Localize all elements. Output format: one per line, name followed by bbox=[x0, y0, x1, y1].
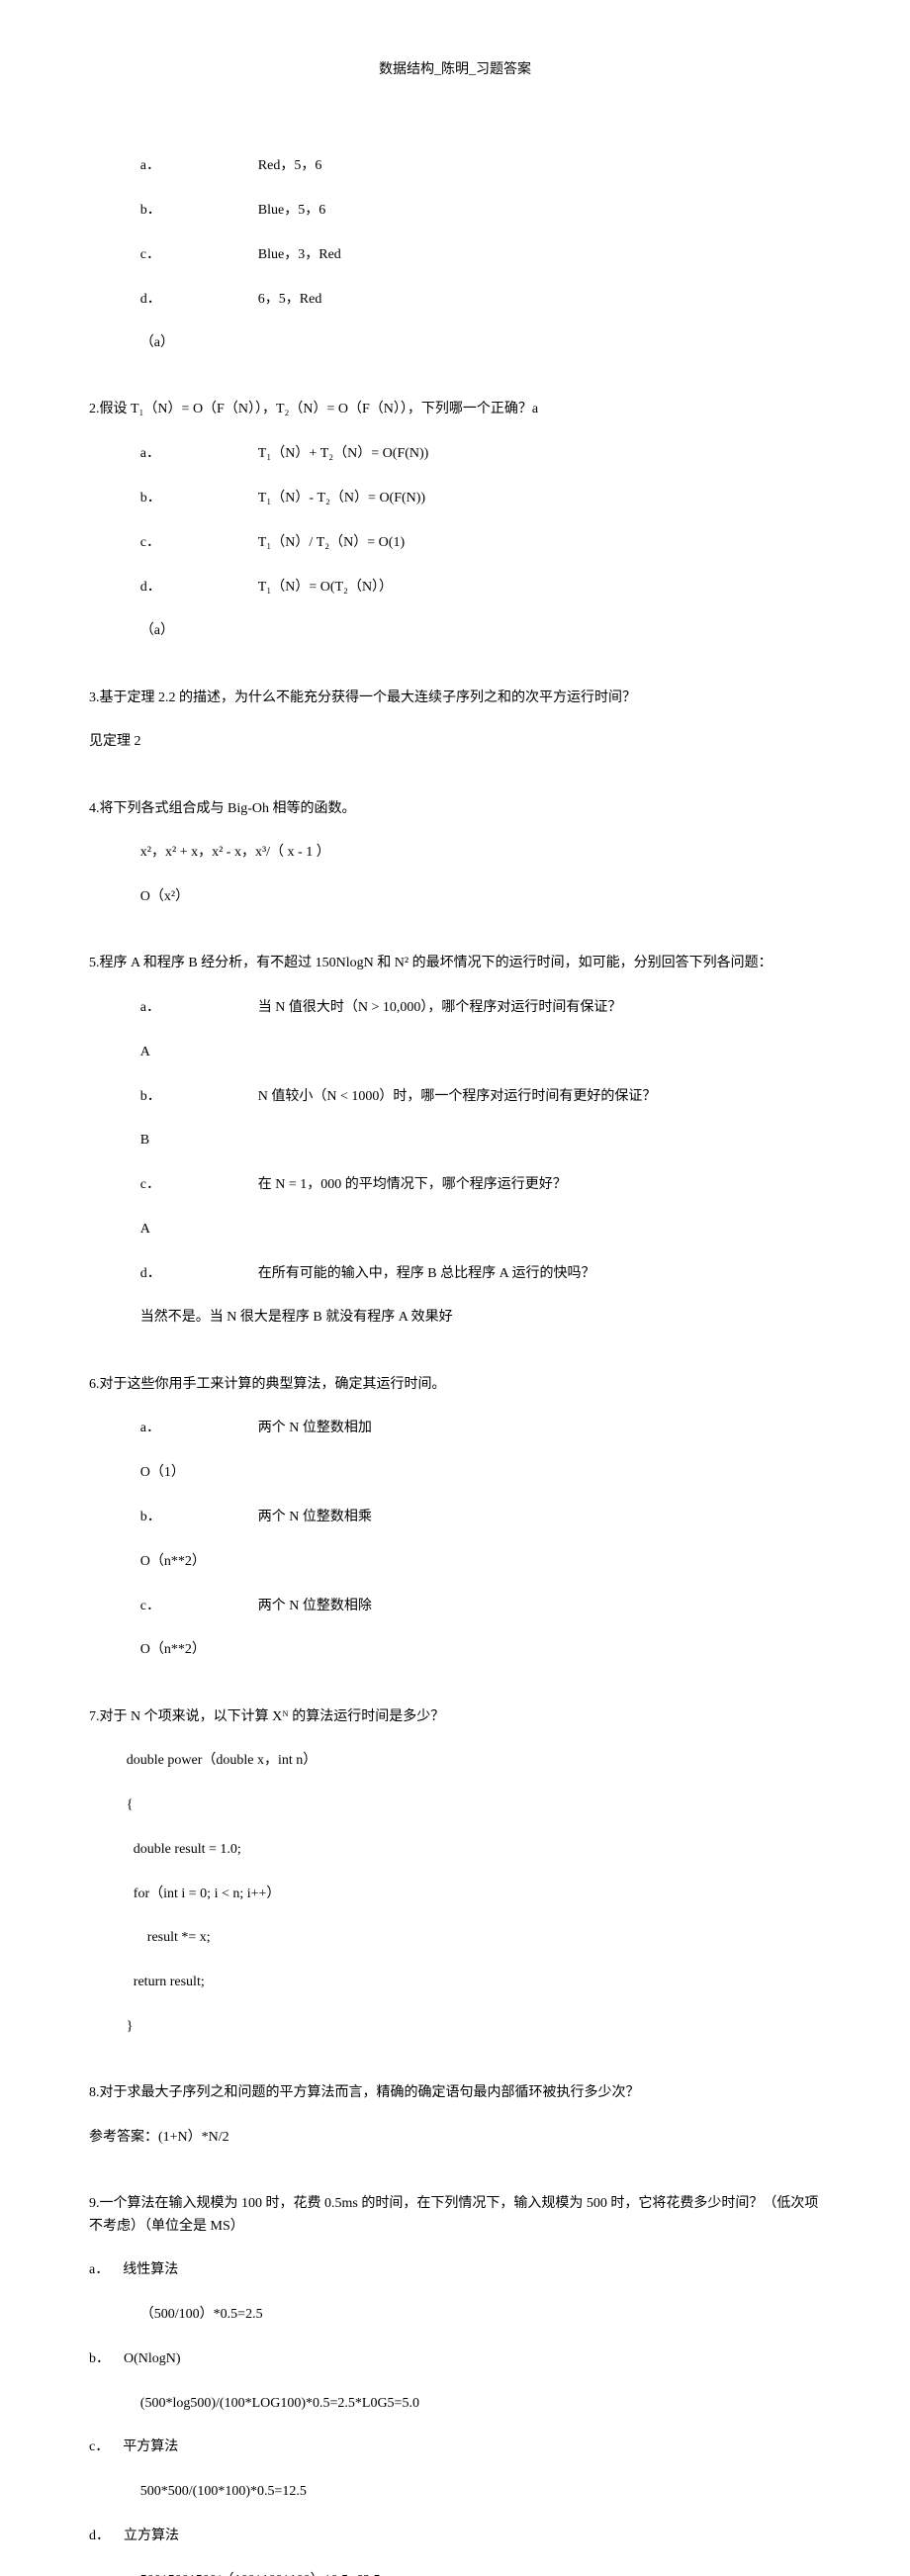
option-label: b． bbox=[140, 488, 258, 509]
q2-option-c: c．T₁（N）/ T₂（N）= O(1) bbox=[89, 532, 821, 554]
option-text: Blue，5，6 bbox=[258, 203, 325, 218]
option-label: c． bbox=[140, 1174, 258, 1196]
q2-option-d: d．T₁（N）= O(T₂（N）） bbox=[89, 577, 821, 598]
q7-code-line: { bbox=[89, 1794, 821, 1816]
option-text: 在所有可能的输入中，程序 B 总比程序 A 运行的快吗？ bbox=[258, 1266, 595, 1281]
q1-answer: （a） bbox=[89, 332, 821, 354]
q9-option-c: c． 平方算法 bbox=[89, 2437, 821, 2458]
q5-option-d: d．在所有可能的输入中，程序 B 总比程序 A 运行的快吗？ bbox=[89, 1263, 821, 1285]
q3-stem: 3.基于定理 2.2 的描述，为什么不能充分获得一个最大连续子序列之和的次平方运… bbox=[89, 688, 821, 709]
option-label: c． bbox=[89, 2439, 123, 2454]
option-text: 线性算法 bbox=[123, 2262, 178, 2277]
q4-expr: x²，x² + x，x² - x，x³/（ x - 1 ） bbox=[89, 842, 821, 864]
option-label: b． bbox=[140, 1507, 258, 1528]
q6-option-a: a．两个 N 位整数相加 bbox=[89, 1418, 821, 1439]
option-text: Blue，3，Red bbox=[258, 247, 341, 262]
q1-option-a: a．Red，5，6 bbox=[89, 155, 821, 177]
option-label: a． bbox=[89, 2262, 123, 2277]
option-label: a． bbox=[140, 997, 258, 1019]
option-label: c． bbox=[140, 532, 258, 554]
option-text: 立方算法 bbox=[124, 2529, 179, 2543]
option-text: T₁（N）= O(T₂（N）） bbox=[258, 580, 393, 595]
option-text: N 值较小（N < 1000）时，哪一个程序对运行时间有更好的保证？ bbox=[258, 1089, 657, 1104]
q5-c-answer: A bbox=[89, 1219, 821, 1241]
option-text: T₁（N）- T₂（N）= O(F(N)) bbox=[258, 491, 425, 506]
q2-option-a: a．T₁（N）+ T₂（N）= O(F(N)) bbox=[89, 443, 821, 465]
q6-c-answer: O（n**2） bbox=[89, 1639, 821, 1661]
q9-c-answer: 500*500/(100*100)*0.5=12.5 bbox=[89, 2481, 821, 2503]
q9-option-d: d． 立方算法 bbox=[89, 2526, 821, 2547]
q9-d-answer: 500*500*500/（100*100*100）*0.5=62.5 bbox=[89, 2570, 821, 2576]
q9-stem: 9.一个算法在输入规模为 100 时，花费 0.5ms 的时间，在下列情况下，输… bbox=[89, 2193, 821, 2238]
q4-answer: O（x²） bbox=[89, 886, 821, 908]
q5-a-answer: A bbox=[89, 1042, 821, 1063]
q6-option-b: b．两个 N 位整数相乘 bbox=[89, 1507, 821, 1528]
q5-option-a: a．当 N 值很大时（N > 10,000），哪个程序对运行时间有保证？ bbox=[89, 997, 821, 1019]
q4-stem: 4.将下列各式组合成与 Big-Oh 相等的函数。 bbox=[89, 798, 821, 820]
page-header: 数据结构_陈明_习题答案 bbox=[89, 59, 821, 81]
q7-code-line: } bbox=[89, 2016, 821, 2038]
q9-b-answer: (500*log500)/(100*LOG100)*0.5=2.5*L0G5=5… bbox=[89, 2393, 821, 2415]
option-label: d． bbox=[140, 577, 258, 598]
option-label: a． bbox=[140, 1418, 258, 1439]
q6-a-answer: O（1） bbox=[89, 1462, 821, 1484]
q8-stem: 8.对于求最大子序列之和问题的平方算法而言，精确的确定语句最内部循环被执行多少次… bbox=[89, 2082, 821, 2104]
q9-option-a: a． 线性算法 bbox=[89, 2259, 821, 2281]
q9-option-b: b． O(NlogN) bbox=[89, 2348, 821, 2370]
option-label: c． bbox=[140, 1596, 258, 1617]
option-label: a． bbox=[140, 155, 258, 177]
q1-option-b: b．Blue，5，6 bbox=[89, 200, 821, 222]
option-label: b． bbox=[89, 2351, 124, 2366]
q6-b-answer: O（n**2） bbox=[89, 1551, 821, 1573]
option-text: 两个 N 位整数相除 bbox=[258, 1599, 372, 1613]
q5-option-b: b．N 值较小（N < 1000）时，哪一个程序对运行时间有更好的保证？ bbox=[89, 1086, 821, 1108]
q8-answer: 参考答案：(1+N）*N/2 bbox=[89, 2127, 821, 2149]
option-text: 在 N = 1，000 的平均情况下，哪个程序运行更好？ bbox=[258, 1177, 567, 1192]
q5-b-answer: B bbox=[89, 1130, 821, 1151]
q5-stem: 5.程序 A 和程序 B 经分析，有不超过 150NlogN 和 N² 的最坏情… bbox=[89, 953, 821, 974]
option-label: b． bbox=[140, 1086, 258, 1108]
document-title: 数据结构_陈明_习题答案 bbox=[379, 62, 531, 77]
q2-stem: 2.假设 T₁（N）= O（F（N）），T₂（N）= O（F（N）），下列哪一个… bbox=[89, 399, 821, 420]
option-text: Red，5，6 bbox=[258, 158, 322, 173]
q2-option-b: b．T₁（N）- T₂（N）= O(F(N)) bbox=[89, 488, 821, 509]
q6-stem: 6.对于这些你用手工来计算的典型算法，确定其运行时间。 bbox=[89, 1374, 821, 1396]
q5-d-answer: 当然不是。当 N 很大是程序 B 就没有程序 A 效果好 bbox=[89, 1307, 821, 1329]
q7-code-line: double power（double x，int n） bbox=[89, 1750, 821, 1772]
option-label: c． bbox=[140, 244, 258, 266]
q7-code-line: for（int i = 0; i < n; i++） bbox=[89, 1884, 821, 1905]
option-text: 当 N 值很大时（N > 10,000），哪个程序对运行时间有保证？ bbox=[258, 1000, 622, 1015]
option-text: 两个 N 位整数相加 bbox=[258, 1421, 372, 1435]
option-label: d． bbox=[89, 2529, 124, 2543]
q7-code-line: return result; bbox=[89, 1972, 821, 1993]
q2-answer: （a） bbox=[89, 620, 821, 642]
option-label: a． bbox=[140, 443, 258, 465]
q9-a-answer: （500/100）*0.5=2.5 bbox=[89, 2304, 821, 2326]
option-label: d． bbox=[140, 1263, 258, 1285]
option-text: 两个 N 位整数相乘 bbox=[258, 1510, 372, 1524]
q6-option-c: c．两个 N 位整数相除 bbox=[89, 1596, 821, 1617]
q1-option-d: d．6，5，Red bbox=[89, 289, 821, 311]
q1-option-c: c．Blue，3，Red bbox=[89, 244, 821, 266]
q7-code-line: result *= x; bbox=[89, 1927, 821, 1949]
option-text: T₁（N）+ T₂（N）= O(F(N)) bbox=[258, 446, 429, 461]
option-text: T₁（N）/ T₂（N）= O(1) bbox=[258, 535, 405, 550]
option-label: d． bbox=[140, 289, 258, 311]
q5-option-c: c．在 N = 1，000 的平均情况下，哪个程序运行更好？ bbox=[89, 1174, 821, 1196]
option-text: O(NlogN) bbox=[124, 2351, 181, 2366]
q7-code-line: double result = 1.0; bbox=[89, 1839, 821, 1861]
option-text: 平方算法 bbox=[123, 2439, 178, 2454]
option-label: b． bbox=[140, 200, 258, 222]
option-text: 6，5，Red bbox=[258, 292, 322, 307]
document-body: a．Red，5，6 b．Blue，5，6 c．Blue，3，Red d．6，5，… bbox=[89, 111, 821, 2576]
q7-stem: 7.对于 N 个项来说，以下计算 Xᴺ 的算法运行时间是多少？ bbox=[89, 1706, 821, 1728]
q3-answer: 见定理 2 bbox=[89, 731, 821, 753]
